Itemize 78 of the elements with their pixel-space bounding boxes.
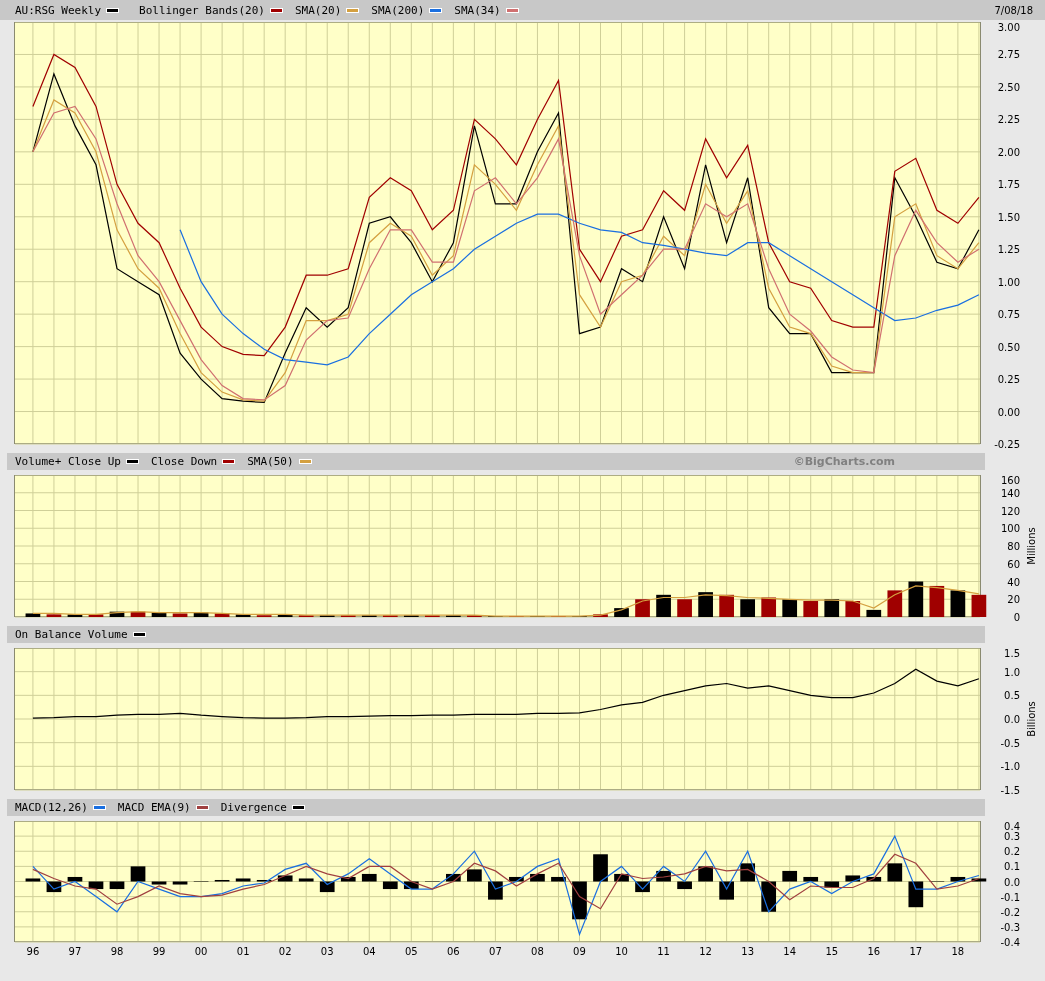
axis-label: -1.0 [1000, 761, 1020, 773]
axis-label: 08 [531, 946, 544, 957]
axis-label: 20 [1007, 594, 1020, 606]
axis-label: 13 [741, 946, 755, 957]
axis-label: 2.25 [997, 114, 1020, 126]
legend-label: Close Down [150, 455, 218, 468]
axis-label: 160 [1000, 475, 1020, 486]
legend-label: SMA(200) [371, 3, 425, 17]
axis-label: 04 [362, 946, 376, 957]
axis-label: 1.75 [997, 179, 1020, 191]
axis-label: 0.0 [1004, 876, 1020, 888]
axis-label: 10 [615, 946, 628, 957]
axis-label: 60 [1007, 558, 1020, 570]
axis-label: 0 [1013, 612, 1020, 623]
legend-label: On Balance Volume [15, 628, 128, 641]
axis-label: -0.1 [1000, 891, 1020, 903]
axis-label: 17 [909, 946, 923, 957]
axis-label: 2.50 [997, 81, 1020, 93]
axis-label: 120 [1000, 505, 1020, 517]
axis-label: 12 [699, 946, 712, 957]
axis-label: 00 [194, 946, 208, 957]
axis-label: 97 [68, 946, 82, 957]
axis-label: 80 [1007, 541, 1020, 552]
legend-label: Divergence [220, 801, 287, 814]
axis-title: Billions [1026, 701, 1037, 737]
legend-label: SMA(50) [247, 455, 294, 468]
axis-label: -0.25 [994, 439, 1020, 450]
axis-label: 140 [1000, 487, 1020, 499]
axis-label: 16 [867, 946, 881, 957]
credit-text: ©BigCharts.com [793, 455, 895, 468]
axis-label: 05 [404, 946, 418, 957]
axis-label: 100 [1000, 523, 1020, 535]
chart-date: 7/08/18 [994, 4, 1033, 16]
axis-label: 0.25 [997, 374, 1020, 386]
axis-label: 1.50 [997, 211, 1020, 223]
axis-label: 0.0 [1004, 714, 1020, 725]
axis-label: 09 [573, 946, 586, 957]
axis-label: 0.00 [997, 406, 1020, 418]
axis-label: 3.00 [997, 22, 1020, 33]
axis-label: 0.50 [997, 341, 1020, 353]
axis-label: 15 [825, 946, 839, 957]
axis-title: Millions [1026, 527, 1037, 565]
legend-label: Volume+ Close Up [15, 455, 121, 468]
axis-label: 0.2 [1004, 846, 1020, 858]
legend-label: MACD EMA(9) [117, 801, 191, 814]
axis-label: 1.00 [997, 276, 1020, 288]
axis-label: 0.4 [1004, 821, 1020, 832]
axis-label: 1.5 [1004, 648, 1020, 659]
axis-label: 1.25 [997, 244, 1020, 256]
legend-label: MACD(12,26) [15, 801, 88, 814]
axis-label: -1.5 [1000, 785, 1020, 796]
legend-label: Bollinger Bands(20) [139, 3, 265, 17]
axis-label: 11 [657, 946, 670, 957]
axis-label: 18 [951, 946, 965, 957]
axis-label: 2.75 [997, 49, 1020, 61]
axis-label: 99 [152, 946, 166, 957]
legend-label: AU:RSG Weekly [15, 3, 102, 17]
axis-label: 02 [278, 946, 292, 957]
axis-label: 0.1 [1004, 861, 1020, 873]
axis-label: 06 [447, 946, 460, 957]
axis-label: 96 [26, 946, 40, 957]
axis-label: 03 [320, 946, 334, 957]
axis-label: 0.5 [1004, 690, 1020, 702]
axis-label: -0.4 [1000, 937, 1020, 948]
axis-label: 07 [489, 946, 502, 957]
axis-label: 0.3 [1004, 831, 1020, 843]
axis-label: 98 [110, 946, 124, 957]
axis-label: 14 [783, 946, 797, 957]
legend-label: SMA(34) [454, 3, 501, 17]
axis-label: 0.75 [997, 309, 1020, 321]
axis-label: -0.2 [1000, 906, 1020, 918]
axis-label: 2.00 [997, 146, 1020, 158]
axis-label: 01 [236, 946, 250, 957]
legend-label: SMA(20) [294, 3, 342, 17]
axis-label: 1.0 [1004, 666, 1020, 678]
axis-label: 40 [1007, 576, 1020, 588]
axis-label: -0.3 [1000, 921, 1020, 933]
axis-label: -0.5 [1000, 737, 1020, 749]
